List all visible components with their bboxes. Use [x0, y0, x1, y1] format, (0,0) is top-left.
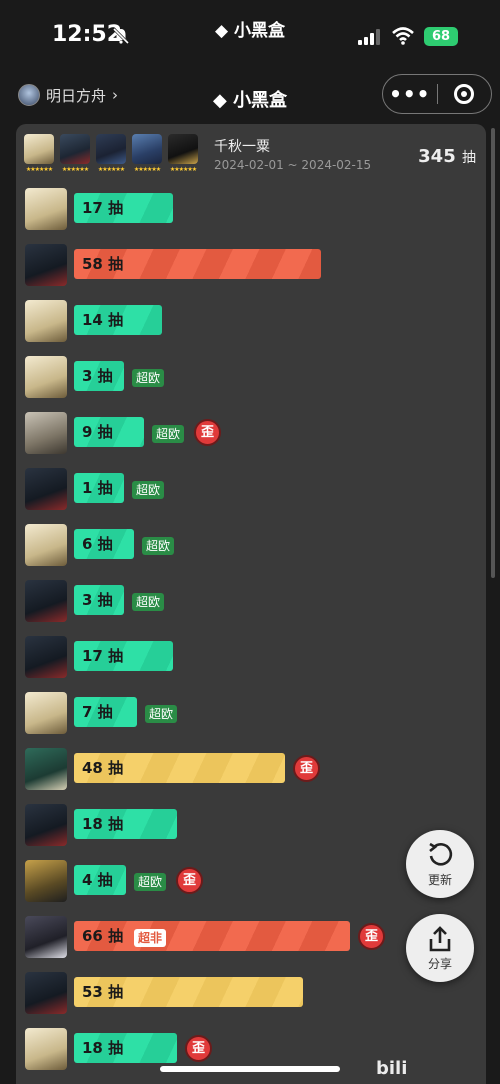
- more-button[interactable]: •••: [383, 82, 437, 106]
- pull-record-row[interactable]: 14 抽: [16, 298, 486, 342]
- pull-record-row[interactable]: 48 抽歪: [16, 746, 486, 790]
- refresh-label: 更新: [427, 873, 452, 887]
- operator-avatar: [25, 972, 67, 1014]
- off-banner-badge: 歪: [293, 755, 320, 782]
- pull-count-bar: 48 抽: [74, 753, 285, 783]
- pull-record-row[interactable]: 18 抽歪: [16, 1026, 486, 1070]
- pull-record-row[interactable]: 58 抽: [16, 242, 486, 286]
- pull-record-row[interactable]: 17 抽: [16, 186, 486, 230]
- luck-badge: 超欧: [142, 537, 175, 555]
- cellular-signal-icon: [358, 29, 380, 45]
- operator-avatar: [25, 468, 67, 510]
- refresh-icon: [429, 842, 453, 866]
- pull-count-bar: 17 抽: [74, 193, 173, 223]
- banner-operator: ★★★★★★: [24, 134, 54, 173]
- luck-badge: 超欧: [132, 593, 165, 611]
- off-banner-badge: 歪: [176, 867, 203, 894]
- luck-badge: 超欧: [132, 369, 165, 387]
- pull-count-bar: 58 抽: [74, 249, 321, 279]
- luck-badge: 超欧: [152, 425, 185, 443]
- pull-count-bar: 17 抽: [74, 641, 173, 671]
- pull-count-bar: 7 抽: [74, 697, 137, 727]
- pull-record-row[interactable]: 1 抽超欧: [16, 466, 486, 510]
- banner-operator: ★★★★★★: [96, 134, 126, 173]
- off-banner-badge: 歪: [194, 419, 221, 446]
- total-count: 345: [418, 146, 456, 167]
- star-rating: ★★★★★★: [169, 166, 197, 173]
- pull-count-bar: 18 抽: [74, 809, 177, 839]
- heybox-logo-icon: ◆: [215, 21, 229, 41]
- banner-name: 千秋一粟: [214, 139, 270, 155]
- operator-avatar: [25, 356, 67, 398]
- target-icon: [454, 84, 475, 104]
- operator-avatar: [25, 860, 67, 902]
- pull-count-bar: 4 抽: [74, 865, 126, 895]
- scrollbar[interactable]: [491, 128, 495, 578]
- luck-badge: 超欧: [134, 873, 167, 891]
- luck-badge: 超非: [134, 929, 167, 947]
- pull-count-bar: 18 抽: [74, 1033, 177, 1063]
- luck-badge: 超欧: [132, 481, 165, 499]
- operator-avatar: [25, 580, 67, 622]
- star-rating: ★★★★★★: [97, 166, 125, 173]
- status-app-label: 小黑盒: [234, 21, 285, 41]
- close-miniprogram-button[interactable]: [437, 84, 491, 104]
- pull-count-bar: 1 抽: [74, 473, 124, 503]
- operator-avatar: [25, 804, 67, 846]
- pull-count-bar: 6 抽: [74, 529, 134, 559]
- banner-operator: ★★★★★★: [168, 134, 198, 173]
- pull-record-row[interactable]: 9 抽超欧歪: [16, 410, 486, 454]
- banner-operator: ★★★★★★: [60, 134, 90, 173]
- pull-record-row[interactable]: 53 抽: [16, 970, 486, 1014]
- operator-avatar: [25, 188, 67, 230]
- operator-avatar: [25, 300, 67, 342]
- banner-header[interactable]: ★★★★★★ ★★★★★★ ★★★★★★ ★★★★★★ ★★★★★★ 千秋一粟 …: [24, 134, 480, 184]
- operator-avatar: [25, 524, 67, 566]
- bilibili-watermark: bili: [376, 1058, 408, 1079]
- pull-record-row[interactable]: 3 抽超欧: [16, 354, 486, 398]
- wifi-icon: [392, 27, 414, 45]
- share-icon: [429, 926, 451, 952]
- page-title-label: 小黑盒: [233, 90, 288, 111]
- banner-total-pulls: 345 抽: [418, 146, 476, 167]
- pull-count-bar: 66 抽: [74, 921, 350, 951]
- pull-record-row[interactable]: 6 抽超欧: [16, 522, 486, 566]
- operator-avatar: [25, 636, 67, 678]
- share-button[interactable]: 分享: [406, 914, 474, 982]
- pull-record-row[interactable]: 3 抽超欧: [16, 578, 486, 622]
- operator-avatar: [25, 412, 67, 454]
- pull-count-bar: 14 抽: [74, 305, 162, 335]
- home-indicator[interactable]: [160, 1066, 340, 1072]
- miniprogram-capsule: •••: [382, 74, 492, 114]
- status-bar: 12:52 ◆ 小黑盒 68: [0, 0, 500, 62]
- operator-avatar: [25, 244, 67, 286]
- nav-bar: 明日方舟 › ◆ 小黑盒 •••: [0, 70, 500, 124]
- share-label: 分享: [427, 957, 452, 971]
- pull-count-bar: 3 抽: [74, 361, 124, 391]
- pull-record-row[interactable]: 7 抽超欧: [16, 690, 486, 734]
- operator-avatar: [25, 692, 67, 734]
- star-rating: ★★★★★★: [61, 166, 89, 173]
- battery-indicator: 68: [424, 27, 458, 46]
- banner-operator: ★★★★★★: [132, 134, 162, 173]
- off-banner-badge: 歪: [358, 923, 385, 950]
- pull-record-row[interactable]: 17 抽: [16, 634, 486, 678]
- star-rating: ★★★★★★: [133, 166, 161, 173]
- banner-date-range: 2024-02-01 ~ 2024-02-15: [214, 158, 372, 172]
- banner-operator-list: ★★★★★★ ★★★★★★ ★★★★★★ ★★★★★★ ★★★★★★: [24, 134, 198, 173]
- operator-avatar: [25, 748, 67, 790]
- star-rating: ★★★★★★: [25, 166, 53, 173]
- pull-count-bar: 3 抽: [74, 585, 124, 615]
- total-unit: 抽: [462, 150, 476, 166]
- off-banner-badge: 歪: [185, 1035, 212, 1062]
- luck-badge: 超欧: [145, 705, 178, 723]
- heybox-logo-icon: ◆: [212, 90, 227, 111]
- pull-count-bar: 9 抽: [74, 417, 144, 447]
- operator-avatar: [25, 916, 67, 958]
- operator-avatar: [25, 1028, 67, 1070]
- refresh-button[interactable]: 更新: [406, 830, 474, 898]
- pull-count-bar: 53 抽: [74, 977, 303, 1007]
